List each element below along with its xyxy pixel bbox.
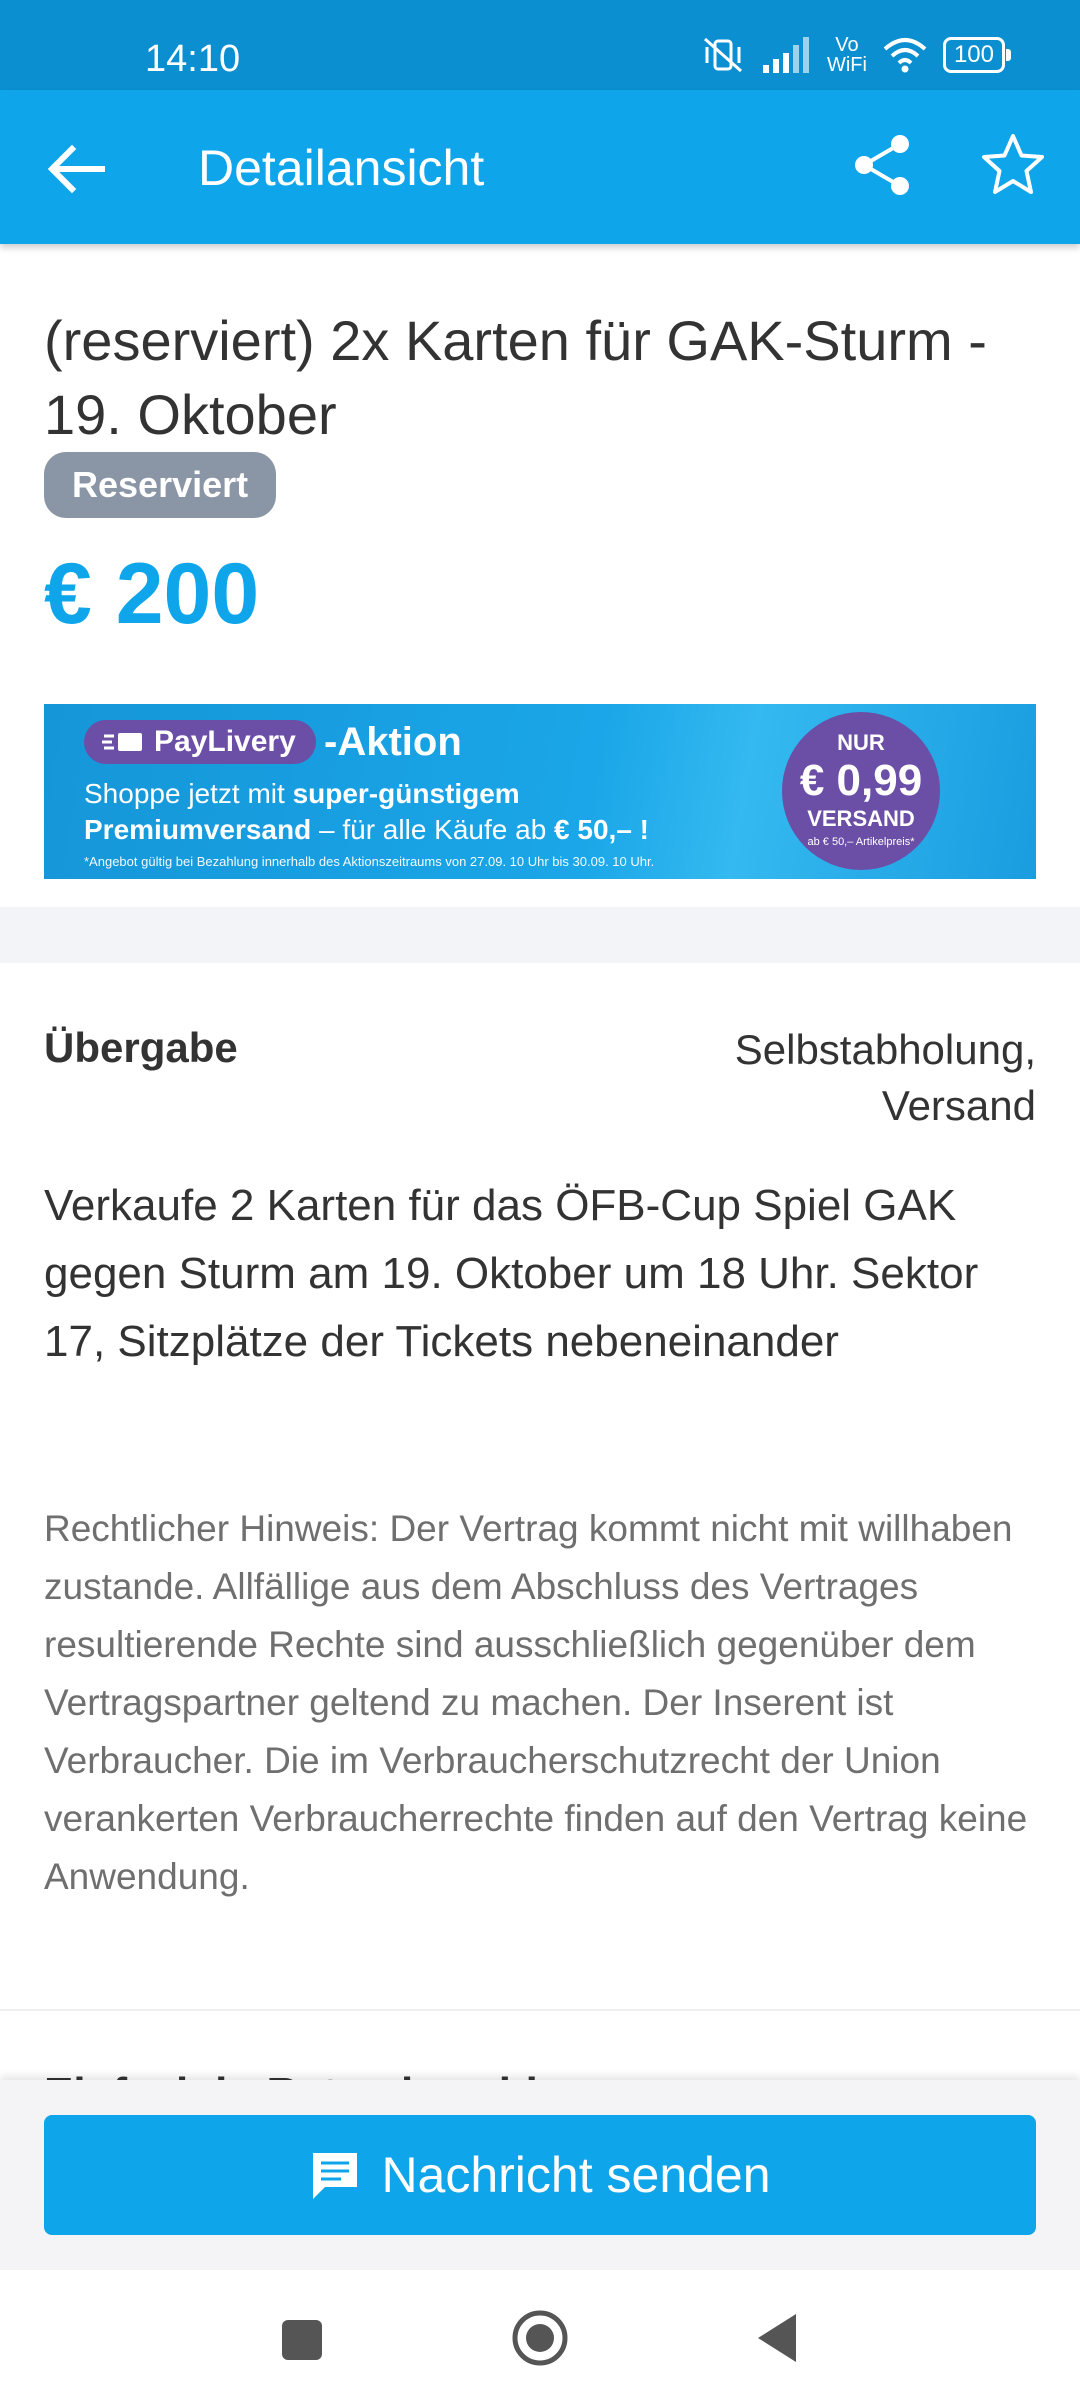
arrow-left-icon[interactable] — [42, 135, 110, 203]
system-navigation-bar — [0, 2270, 1080, 2400]
send-message-button[interactable]: Nachricht senden — [44, 2115, 1036, 2235]
banner-line-1: Shoppe jetzt mit super-günstigem — [84, 776, 520, 812]
banner-line-2-mid: – für alle Käufe ab — [311, 814, 555, 845]
banner-line-2-bold2: € 50,– ! — [554, 814, 649, 845]
paylivery-brand: PayLivery — [154, 725, 296, 758]
circle-versand: VERSAND — [807, 806, 915, 831]
vowifi-top: Vo — [835, 34, 859, 56]
legal-notice: Rechtlicher Hinweis: Der Vertrag kommt n… — [44, 1508, 1028, 1897]
signal-icon — [762, 37, 809, 73]
status-bar: 14:10 Vo WiFi 100 — [0, 0, 1080, 90]
share-icon[interactable] — [850, 132, 916, 198]
aktion-label: -Aktion — [324, 720, 462, 764]
price: € 200 — [44, 546, 260, 642]
banner-line-2-bold: Premiumversand — [84, 814, 312, 845]
shipping-price-circle: NUR € 0,99 VERSAND ab € 50,– Artikelprei… — [782, 712, 940, 870]
chat-message-icon — [313, 2153, 358, 2199]
status-icons: Vo WiFi 100 — [701, 30, 1012, 80]
recents-icon[interactable] — [282, 2320, 322, 2360]
uebergabe-value-1: Selbstabholung, — [734, 1026, 1036, 1073]
section-divider — [0, 907, 1080, 963]
paylivery-promo-banner[interactable]: PayLivery -Aktion Shoppe jetzt mit super… — [44, 704, 1036, 879]
paylivery-logo: PayLivery — [84, 720, 316, 764]
vowifi-icon: Vo WiFi — [827, 35, 867, 75]
ad-description: Verkaufe 2 Karten für das ÖFB-Cup Spiel … — [44, 1181, 979, 1366]
divider — [0, 2009, 1080, 2011]
banner-line-2: Premiumversand – für alle Käufe ab € 50,… — [84, 812, 649, 848]
wifi-icon — [883, 38, 927, 73]
banner-line-1-bold: super-günstigem — [292, 778, 520, 809]
circle-nur: NUR — [837, 730, 885, 755]
card-icon — [102, 733, 142, 751]
vibrate-off-icon — [703, 37, 742, 73]
circle-small: ab € 50,– Artikelpreis* — [807, 836, 915, 848]
vowifi-bottom: WiFi — [826, 54, 867, 76]
page-title: Detailansicht — [198, 140, 485, 196]
star-outline-icon[interactable] — [978, 130, 1048, 200]
battery-icon: 100 — [942, 37, 1012, 73]
uebergabe-value-2: Versand — [881, 1082, 1036, 1129]
banner-line-1-prefix: Shoppe jetzt mit — [84, 778, 293, 809]
circle-amount: € 0,99 — [799, 756, 923, 805]
home-icon[interactable] — [510, 2308, 570, 2368]
banner-fineprint: *Angebot gültig bei Bezahlung innerhalb … — [84, 854, 655, 869]
uebergabe-label: Übergabe — [44, 1024, 238, 1071]
ad-title: (reserviert) 2x Karten für GAK-Sturm - 1… — [44, 309, 987, 446]
uebergabe-value: Selbstabholung, Versand — [536, 1022, 1036, 1134]
back-triangle-icon[interactable] — [752, 2310, 802, 2366]
app-bar: Detailansicht — [0, 90, 1080, 244]
send-message-label: Nachricht senden — [381, 2147, 771, 2203]
status-badge: Reserviert — [44, 452, 277, 518]
status-time: 14:10 — [145, 38, 241, 80]
